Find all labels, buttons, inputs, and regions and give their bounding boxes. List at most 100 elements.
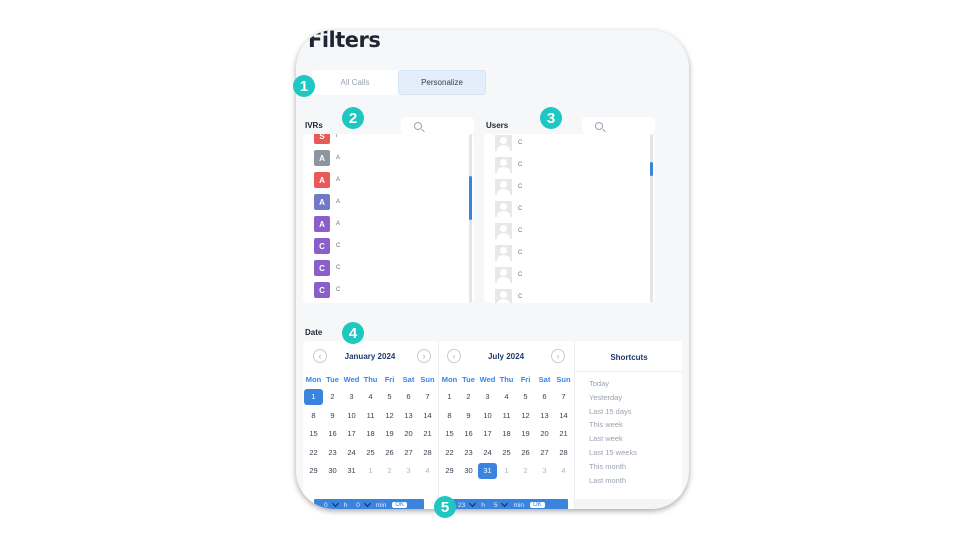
- calendar-day[interactable]: 6: [399, 389, 418, 405]
- ivr-list-item[interactable]: AA: [314, 150, 340, 166]
- user-list-item[interactable]: C: [495, 267, 522, 283]
- calendar-day[interactable]: 30: [323, 463, 342, 479]
- ivrs-scrollbar-thumb[interactable]: [469, 176, 472, 220]
- calendar-day[interactable]: 19: [516, 426, 535, 442]
- calendar-day[interactable]: 28: [418, 445, 437, 461]
- calendar-day[interactable]: 21: [418, 426, 437, 442]
- calendar-day[interactable]: 31: [478, 463, 497, 480]
- calendar-day[interactable]: 9: [323, 408, 342, 424]
- calendar-day[interactable]: 11: [497, 408, 516, 424]
- shortcut-item[interactable]: This month: [589, 462, 626, 471]
- calendar-day[interactable]: 27: [399, 445, 418, 461]
- start-time-ok-button[interactable]: OK: [392, 502, 408, 508]
- calendar-day[interactable]: 31: [342, 463, 361, 479]
- ivr-list-item[interactable]: CC: [314, 282, 340, 298]
- calendar-day[interactable]: 23: [459, 445, 478, 461]
- calendar-day[interactable]: 7: [418, 389, 437, 405]
- shortcut-item[interactable]: Yesterday: [589, 393, 622, 402]
- shortcut-item[interactable]: Today: [589, 379, 609, 388]
- tab-personalize[interactable]: Personalize: [398, 70, 486, 95]
- calendar-day[interactable]: 7: [554, 389, 573, 405]
- user-list-item[interactable]: C: [495, 135, 522, 151]
- calendar-day[interactable]: 10: [478, 408, 497, 424]
- end-time-ok-button[interactable]: OK: [529, 502, 545, 508]
- chevron-down-icon[interactable]: [501, 499, 509, 508]
- calendar-day[interactable]: 21: [554, 426, 573, 442]
- user-list-item[interactable]: C: [495, 179, 522, 195]
- shortcut-item[interactable]: Last month: [589, 476, 626, 485]
- calendar-day[interactable]: 25: [497, 445, 516, 461]
- calendar-day[interactable]: 4: [554, 463, 573, 479]
- start-hour-value[interactable]: 0: [324, 502, 328, 509]
- calendar-day[interactable]: 3: [342, 389, 361, 405]
- calendar-day[interactable]: 18: [497, 426, 516, 442]
- calendar-day[interactable]: 3: [535, 463, 554, 479]
- calendar-day[interactable]: 1: [304, 389, 323, 405]
- calendar-day[interactable]: 16: [459, 426, 478, 442]
- calendar-day[interactable]: 2: [459, 389, 478, 405]
- calendar-day[interactable]: 16: [323, 426, 342, 442]
- calendar-day[interactable]: 14: [418, 408, 437, 424]
- calendar-day[interactable]: 3: [399, 463, 418, 479]
- ivr-list-item[interactable]: Sl: [314, 134, 337, 144]
- user-list-item[interactable]: C: [495, 223, 522, 239]
- ivr-list-item[interactable]: CC: [314, 238, 340, 254]
- calendar-day[interactable]: 9: [459, 408, 478, 424]
- calendar-day[interactable]: 4: [361, 389, 380, 405]
- calendar-day[interactable]: 24: [342, 445, 361, 461]
- calendar-day[interactable]: 1: [361, 463, 380, 479]
- calendar-day[interactable]: 8: [304, 408, 323, 424]
- calendar-day[interactable]: 2: [380, 463, 399, 479]
- calendar-day[interactable]: 20: [535, 426, 554, 442]
- calendar-day[interactable]: 2: [516, 463, 535, 479]
- calendar-day[interactable]: 5: [380, 389, 399, 405]
- calendar-day[interactable]: 8: [440, 408, 459, 424]
- calendar-day[interactable]: 23: [323, 445, 342, 461]
- shortcut-item[interactable]: Last 15 weeks: [589, 448, 637, 457]
- calendar-day[interactable]: 10: [342, 408, 361, 424]
- chevron-right-icon[interactable]: ›: [417, 349, 431, 363]
- user-list-item[interactable]: C: [495, 245, 522, 261]
- ivr-list-item[interactable]: AA: [314, 172, 340, 188]
- calendar-day[interactable]: 4: [497, 389, 516, 405]
- calendar-day[interactable]: 29: [440, 463, 459, 479]
- calendar-day[interactable]: 25: [361, 445, 380, 461]
- chevron-down-icon[interactable]: [469, 499, 477, 508]
- calendar-day[interactable]: 1: [497, 463, 516, 479]
- calendar-day[interactable]: 13: [399, 408, 418, 424]
- user-list-item[interactable]: C: [495, 201, 522, 217]
- calendar-day[interactable]: 4: [418, 463, 437, 479]
- chevron-down-icon[interactable]: [331, 499, 339, 508]
- calendar-day[interactable]: 12: [516, 408, 535, 424]
- shortcut-item[interactable]: Last week: [589, 434, 623, 443]
- shortcut-item[interactable]: Last 15 days: [589, 407, 632, 416]
- shortcut-item[interactable]: This week: [589, 420, 623, 429]
- ivr-list-item[interactable]: CC: [314, 260, 340, 276]
- calendar-day[interactable]: 27: [535, 445, 554, 461]
- calendar-day[interactable]: 20: [399, 426, 418, 442]
- calendar-day[interactable]: 24: [478, 445, 497, 461]
- calendar-day[interactable]: 5: [516, 389, 535, 405]
- calendar-day[interactable]: 26: [380, 445, 399, 461]
- ivr-list-item[interactable]: AA: [314, 194, 340, 210]
- calendar-day[interactable]: 13: [535, 408, 554, 424]
- end-hour-value[interactable]: 23: [458, 502, 465, 509]
- calendar-day[interactable]: 17: [478, 426, 497, 442]
- ivr-list-item[interactable]: AA: [314, 216, 340, 232]
- users-scrollbar-thumb[interactable]: [650, 162, 653, 176]
- start-minute-value[interactable]: 0: [356, 502, 360, 509]
- user-list-item[interactable]: C: [495, 289, 522, 303]
- calendar-day[interactable]: 30: [459, 463, 478, 479]
- end-minute-value[interactable]: 5: [494, 502, 498, 509]
- calendar-day[interactable]: 11: [361, 408, 380, 424]
- users-scrollbar-track[interactable]: [650, 134, 653, 303]
- calendar-day[interactable]: 1: [440, 389, 459, 405]
- calendar-day[interactable]: 15: [440, 426, 459, 442]
- calendar-day[interactable]: 29: [304, 463, 323, 479]
- calendar-day[interactable]: 15: [304, 426, 323, 442]
- users-search-box[interactable]: [582, 117, 655, 134]
- calendar-day[interactable]: 17: [342, 426, 361, 442]
- calendar-day[interactable]: 14: [554, 408, 573, 424]
- chevron-down-icon[interactable]: [363, 499, 371, 508]
- tab-all-calls[interactable]: All Calls: [312, 70, 398, 95]
